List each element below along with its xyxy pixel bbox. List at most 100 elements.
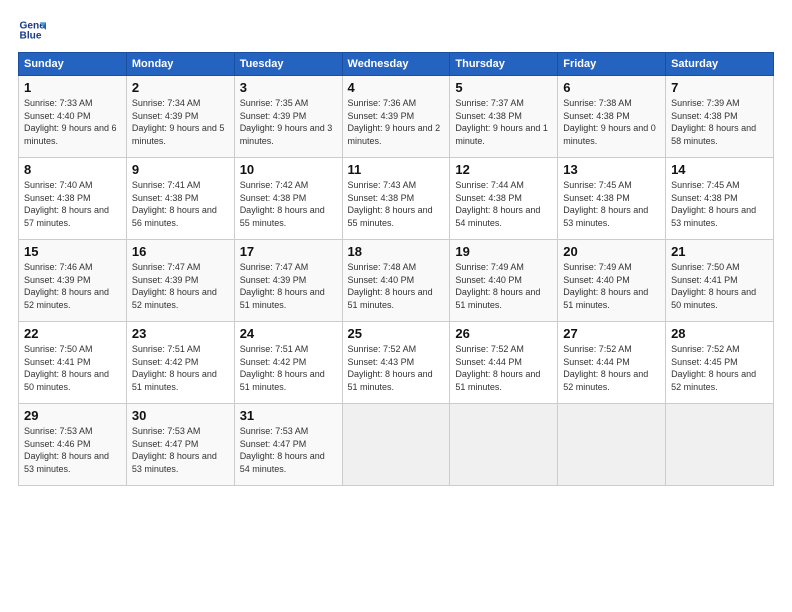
header-cell-friday: Friday: [558, 53, 666, 76]
day-number: 4: [348, 80, 445, 95]
day-number: 19: [455, 244, 552, 259]
day-number: 30: [132, 408, 229, 423]
cell-info: Sunrise: 7:41 AMSunset: 4:38 PMDaylight:…: [132, 179, 229, 229]
header-row: SundayMondayTuesdayWednesdayThursdayFrid…: [19, 53, 774, 76]
day-cell: 6 Sunrise: 7:38 AMSunset: 4:38 PMDayligh…: [558, 76, 666, 158]
week-row-5: 29 Sunrise: 7:53 AMSunset: 4:46 PMDaylig…: [19, 404, 774, 486]
day-number: 5: [455, 80, 552, 95]
day-number: 12: [455, 162, 552, 177]
cell-info: Sunrise: 7:45 AMSunset: 4:38 PMDaylight:…: [671, 179, 768, 229]
cell-info: Sunrise: 7:51 AMSunset: 4:42 PMDaylight:…: [240, 343, 337, 393]
day-cell: 28 Sunrise: 7:52 AMSunset: 4:45 PMDaylig…: [666, 322, 774, 404]
day-number: 6: [563, 80, 660, 95]
day-cell: 2 Sunrise: 7:34 AMSunset: 4:39 PMDayligh…: [126, 76, 234, 158]
cell-info: Sunrise: 7:45 AMSunset: 4:38 PMDaylight:…: [563, 179, 660, 229]
day-cell: 13 Sunrise: 7:45 AMSunset: 4:38 PMDaylig…: [558, 158, 666, 240]
day-cell: 8 Sunrise: 7:40 AMSunset: 4:38 PMDayligh…: [19, 158, 127, 240]
day-cell: [558, 404, 666, 486]
logo: General Blue: [18, 16, 50, 44]
cell-info: Sunrise: 7:52 AMSunset: 4:44 PMDaylight:…: [455, 343, 552, 393]
day-number: 13: [563, 162, 660, 177]
day-number: 10: [240, 162, 337, 177]
header-cell-monday: Monday: [126, 53, 234, 76]
cell-info: Sunrise: 7:52 AMSunset: 4:44 PMDaylight:…: [563, 343, 660, 393]
day-number: 26: [455, 326, 552, 341]
day-cell: 19 Sunrise: 7:49 AMSunset: 4:40 PMDaylig…: [450, 240, 558, 322]
day-number: 21: [671, 244, 768, 259]
day-cell: [450, 404, 558, 486]
cell-info: Sunrise: 7:38 AMSunset: 4:38 PMDaylight:…: [563, 97, 660, 147]
day-number: 15: [24, 244, 121, 259]
day-number: 24: [240, 326, 337, 341]
day-number: 1: [24, 80, 121, 95]
day-number: 23: [132, 326, 229, 341]
day-cell: 12 Sunrise: 7:44 AMSunset: 4:38 PMDaylig…: [450, 158, 558, 240]
header-cell-saturday: Saturday: [666, 53, 774, 76]
day-number: 2: [132, 80, 229, 95]
week-row-1: 1 Sunrise: 7:33 AMSunset: 4:40 PMDayligh…: [19, 76, 774, 158]
day-cell: 30 Sunrise: 7:53 AMSunset: 4:47 PMDaylig…: [126, 404, 234, 486]
week-row-4: 22 Sunrise: 7:50 AMSunset: 4:41 PMDaylig…: [19, 322, 774, 404]
day-cell: 15 Sunrise: 7:46 AMSunset: 4:39 PMDaylig…: [19, 240, 127, 322]
day-number: 29: [24, 408, 121, 423]
day-cell: 27 Sunrise: 7:52 AMSunset: 4:44 PMDaylig…: [558, 322, 666, 404]
day-cell: 25 Sunrise: 7:52 AMSunset: 4:43 PMDaylig…: [342, 322, 450, 404]
day-number: 9: [132, 162, 229, 177]
day-number: 20: [563, 244, 660, 259]
page: General Blue SundayMondayTuesdayWednesda…: [0, 0, 792, 612]
week-row-3: 15 Sunrise: 7:46 AMSunset: 4:39 PMDaylig…: [19, 240, 774, 322]
day-number: 16: [132, 244, 229, 259]
cell-info: Sunrise: 7:35 AMSunset: 4:39 PMDaylight:…: [240, 97, 337, 147]
day-cell: 21 Sunrise: 7:50 AMSunset: 4:41 PMDaylig…: [666, 240, 774, 322]
day-cell: 31 Sunrise: 7:53 AMSunset: 4:47 PMDaylig…: [234, 404, 342, 486]
cell-info: Sunrise: 7:43 AMSunset: 4:38 PMDaylight:…: [348, 179, 445, 229]
day-cell: 23 Sunrise: 7:51 AMSunset: 4:42 PMDaylig…: [126, 322, 234, 404]
day-number: 3: [240, 80, 337, 95]
day-number: 17: [240, 244, 337, 259]
cell-info: Sunrise: 7:53 AMSunset: 4:46 PMDaylight:…: [24, 425, 121, 475]
cell-info: Sunrise: 7:53 AMSunset: 4:47 PMDaylight:…: [132, 425, 229, 475]
day-cell: 29 Sunrise: 7:53 AMSunset: 4:46 PMDaylig…: [19, 404, 127, 486]
header-cell-tuesday: Tuesday: [234, 53, 342, 76]
day-number: 7: [671, 80, 768, 95]
day-cell: 14 Sunrise: 7:45 AMSunset: 4:38 PMDaylig…: [666, 158, 774, 240]
calendar-table: SundayMondayTuesdayWednesdayThursdayFrid…: [18, 52, 774, 486]
cell-info: Sunrise: 7:34 AMSunset: 4:39 PMDaylight:…: [132, 97, 229, 147]
day-cell: 10 Sunrise: 7:42 AMSunset: 4:38 PMDaylig…: [234, 158, 342, 240]
cell-info: Sunrise: 7:47 AMSunset: 4:39 PMDaylight:…: [240, 261, 337, 311]
cell-info: Sunrise: 7:49 AMSunset: 4:40 PMDaylight:…: [455, 261, 552, 311]
day-number: 18: [348, 244, 445, 259]
day-number: 31: [240, 408, 337, 423]
svg-text:Blue: Blue: [20, 31, 42, 42]
cell-info: Sunrise: 7:50 AMSunset: 4:41 PMDaylight:…: [671, 261, 768, 311]
header: General Blue: [18, 16, 774, 44]
logo-icon: General Blue: [18, 16, 46, 44]
cell-info: Sunrise: 7:42 AMSunset: 4:38 PMDaylight:…: [240, 179, 337, 229]
day-number: 11: [348, 162, 445, 177]
day-number: 14: [671, 162, 768, 177]
day-number: 22: [24, 326, 121, 341]
cell-info: Sunrise: 7:51 AMSunset: 4:42 PMDaylight:…: [132, 343, 229, 393]
cell-info: Sunrise: 7:52 AMSunset: 4:43 PMDaylight:…: [348, 343, 445, 393]
header-cell-sunday: Sunday: [19, 53, 127, 76]
cell-info: Sunrise: 7:48 AMSunset: 4:40 PMDaylight:…: [348, 261, 445, 311]
cell-info: Sunrise: 7:53 AMSunset: 4:47 PMDaylight:…: [240, 425, 337, 475]
day-number: 28: [671, 326, 768, 341]
header-cell-wednesday: Wednesday: [342, 53, 450, 76]
day-cell: 3 Sunrise: 7:35 AMSunset: 4:39 PMDayligh…: [234, 76, 342, 158]
day-cell: 16 Sunrise: 7:47 AMSunset: 4:39 PMDaylig…: [126, 240, 234, 322]
cell-info: Sunrise: 7:33 AMSunset: 4:40 PMDaylight:…: [24, 97, 121, 147]
day-cell: [666, 404, 774, 486]
day-cell: 5 Sunrise: 7:37 AMSunset: 4:38 PMDayligh…: [450, 76, 558, 158]
day-cell: 4 Sunrise: 7:36 AMSunset: 4:39 PMDayligh…: [342, 76, 450, 158]
day-cell: 17 Sunrise: 7:47 AMSunset: 4:39 PMDaylig…: [234, 240, 342, 322]
day-cell: 20 Sunrise: 7:49 AMSunset: 4:40 PMDaylig…: [558, 240, 666, 322]
cell-info: Sunrise: 7:44 AMSunset: 4:38 PMDaylight:…: [455, 179, 552, 229]
cell-info: Sunrise: 7:46 AMSunset: 4:39 PMDaylight:…: [24, 261, 121, 311]
week-row-2: 8 Sunrise: 7:40 AMSunset: 4:38 PMDayligh…: [19, 158, 774, 240]
day-cell: 11 Sunrise: 7:43 AMSunset: 4:38 PMDaylig…: [342, 158, 450, 240]
cell-info: Sunrise: 7:50 AMSunset: 4:41 PMDaylight:…: [24, 343, 121, 393]
cell-info: Sunrise: 7:47 AMSunset: 4:39 PMDaylight:…: [132, 261, 229, 311]
day-number: 8: [24, 162, 121, 177]
day-cell: 9 Sunrise: 7:41 AMSunset: 4:38 PMDayligh…: [126, 158, 234, 240]
